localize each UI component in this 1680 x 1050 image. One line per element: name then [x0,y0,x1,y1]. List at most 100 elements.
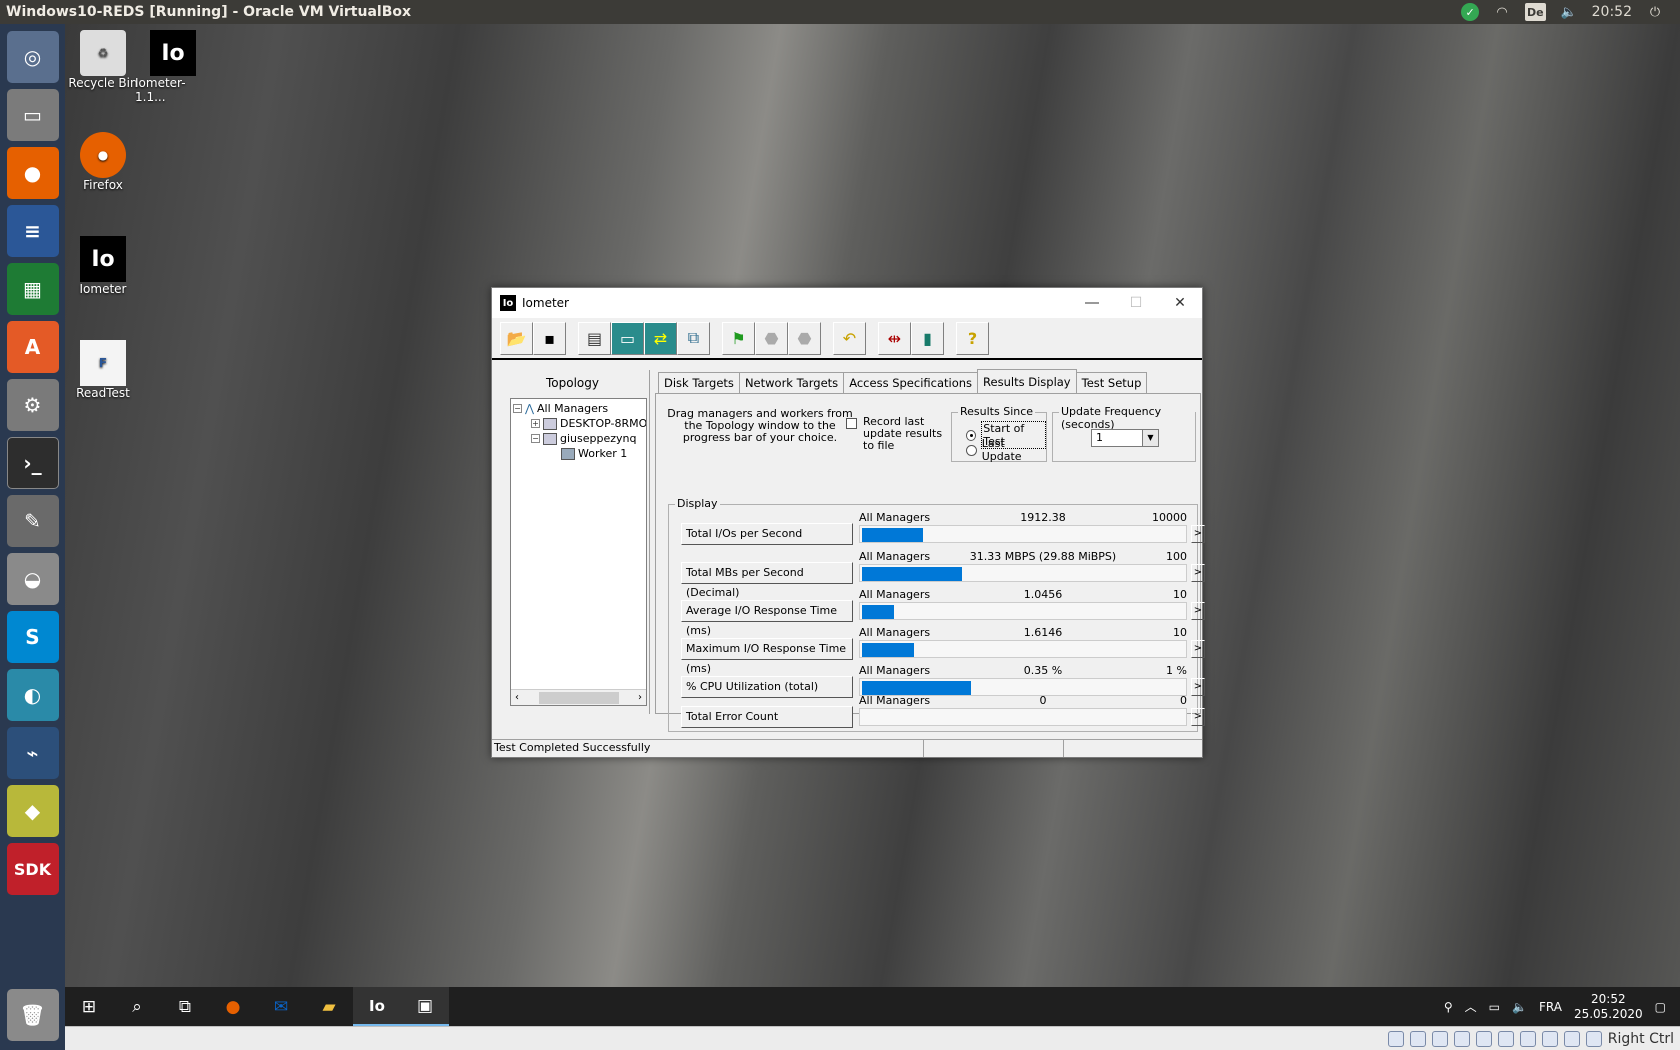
files-icon[interactable]: ▭ [6,89,59,141]
desktop-icon-recycle-bin[interactable]: ♻ Recycle Bin [65,30,141,90]
desktop-icon-iometer[interactable]: Io Iometer [65,236,141,296]
iometer-results-taskbar-icon[interactable]: ▣ [401,987,449,1026]
network-icon[interactable] [1453,1030,1470,1047]
mouse-integration-icon[interactable] [1585,1030,1602,1047]
app-icon[interactable]: ◐ [6,669,59,721]
start-windows-icon[interactable]: ⊞ [65,987,113,1026]
3d-app-icon[interactable]: ◆ [6,785,59,837]
keyboard-layout[interactable]: De [1525,3,1546,21]
settings-icon[interactable]: ⚙ [6,379,59,431]
scroll-thumb[interactable] [538,691,619,704]
terminal-icon[interactable]: ›_ [6,437,59,489]
exit-icon[interactable]: ▮ [911,321,944,355]
tree-item-manager[interactable]: + DESKTOP-8RMOI [531,416,646,431]
tab-disk-targets[interactable]: Disk Targets [658,372,740,394]
metric-select-button[interactable]: Total Error Count [681,706,853,728]
expand-icon[interactable]: + [531,419,540,428]
more-arrow-button[interactable]: > [1191,564,1205,582]
collapse-icon[interactable]: − [513,404,522,413]
start-network-worker-icon[interactable]: ⇄ [644,321,677,355]
metric-select-button[interactable]: Total MBs per Second (Decimal) [681,562,853,599]
power-icon[interactable]: ⏻ [1646,3,1664,21]
people-icon[interactable]: ⚲ [1444,1000,1453,1014]
more-arrow-button[interactable]: > [1191,708,1205,726]
start-manager-icon[interactable]: ▤ [578,321,611,355]
scroll-left-icon[interactable]: ‹ [515,692,519,703]
topology-tree[interactable]: − ⋀ All Managers + DESKTOP-8RMOI − giuse… [510,398,647,706]
search-icon[interactable]: ⌕ [113,987,161,1026]
metric-select-button[interactable]: Average I/O Response Time (ms) [681,600,853,637]
taskbar-clock[interactable]: 20:52 25.05.2020 [1574,992,1643,1022]
more-arrow-button[interactable]: > [1191,525,1205,543]
cpu-icon[interactable] [1563,1030,1580,1047]
metric-select-button[interactable]: Maximum I/O Response Time (ms) [681,638,853,675]
scroll-right-icon[interactable]: › [638,692,642,703]
more-arrow-button[interactable]: > [1191,602,1205,620]
outlook-icon[interactable]: ✉ [257,987,305,1026]
reset-workers-icon[interactable]: ↶ [833,321,866,355]
disk-icon[interactable]: ◒ [6,553,59,605]
progress-bar[interactable] [859,708,1187,726]
task-view-icon[interactable]: ⧉ [161,987,209,1026]
collapse-icon[interactable]: − [531,434,540,443]
trash-icon[interactable]: 🗑 [6,989,59,1041]
iometer-taskbar-icon[interactable]: Io [353,987,401,1026]
file-explorer-icon[interactable]: ▰ [305,987,353,1026]
radio-button[interactable] [966,444,977,456]
host-clock[interactable]: 20:52 [1592,4,1632,20]
tab-test-setup[interactable]: Test Setup [1075,372,1148,394]
minimize-icon[interactable]: ― [1070,288,1114,318]
calc-icon[interactable]: ▦ [6,263,59,315]
chevron-up-icon[interactable]: ︿ [1465,998,1477,1015]
skype-icon[interactable]: S [6,611,59,663]
text-editor-icon[interactable]: ✎ [6,495,59,547]
audio-icon[interactable] [1431,1030,1448,1047]
iometer-titlebar[interactable]: Io Iometer ― ☐ ✕ [492,288,1202,318]
start-tests-icon[interactable]: ⚑ [722,321,755,355]
optical-drive-icon[interactable] [1409,1030,1426,1047]
record-checkbox[interactable] [846,418,857,429]
vm-display[interactable]: ♻ Recycle Bin Io Iometer-1.1... ● Firefo… [65,24,1680,1026]
tab-results-display[interactable]: Results Display [977,369,1077,394]
horizontal-scrollbar[interactable]: ‹ › [511,689,646,705]
desktop-icon-readtest[interactable]: F ReadTest [65,340,141,400]
start-disk-worker-icon[interactable]: ▭ [611,321,644,355]
writer-icon[interactable]: ≡ [6,205,59,257]
recording-icon[interactable] [1541,1030,1558,1047]
duplicate-worker-icon[interactable]: ⧉ [677,321,710,355]
record-last-update-option[interactable]: Record last update results to file [846,416,951,452]
volume-icon[interactable]: 🔈 [1560,3,1578,21]
usb-icon[interactable] [1475,1030,1492,1047]
desktop-icon-iometer-installer[interactable]: Io Iometer-1.1... [135,30,211,104]
shared-folders-icon[interactable] [1497,1030,1514,1047]
update-frequency-select[interactable]: 1 ▼ [1091,429,1159,447]
progress-bar[interactable] [859,640,1187,658]
firefox-icon[interactable]: ● [209,987,257,1026]
progress-bar[interactable] [859,525,1187,543]
tree-item-all-managers[interactable]: − ⋀ All Managers [513,401,608,416]
progress-bar[interactable] [859,602,1187,620]
help-icon[interactable]: ? [956,321,989,355]
desktop-icon-firefox[interactable]: ● Firefox [65,132,141,192]
ubuntu-logo-icon[interactable]: ◎ [6,31,59,83]
metric-select-button[interactable]: Total I/Os per Second [681,523,853,545]
chevron-down-icon[interactable]: ▼ [1142,430,1158,446]
close-icon[interactable]: ✕ [1158,288,1202,318]
input-language[interactable]: FRA [1539,1000,1562,1014]
radio-last-update[interactable]: Last Update [966,437,1046,463]
update-ok-icon[interactable]: ✓ [1461,3,1480,21]
notifications-icon[interactable]: ▢ [1655,1000,1666,1014]
tab-access-specifications[interactable]: Access Specifications [843,372,979,394]
display-icon[interactable] [1519,1030,1536,1047]
wifi-icon[interactable]: ◠ [1493,3,1511,21]
disconnect-icon[interactable]: ⇹ [878,321,911,355]
software-center-icon[interactable]: A [6,321,59,373]
tab-network-targets[interactable]: Network Targets [738,372,845,394]
network-icon[interactable]: ▭ [1489,1000,1500,1014]
hard-disk-icon[interactable] [1387,1030,1404,1047]
sdk-icon[interactable]: SDK [6,843,59,895]
save-icon[interactable]: ▪ [533,321,566,355]
tree-item-manager[interactable]: − giuseppezynq [531,431,636,446]
firefox-icon[interactable]: ● [6,147,59,199]
progress-bar[interactable] [859,564,1187,582]
